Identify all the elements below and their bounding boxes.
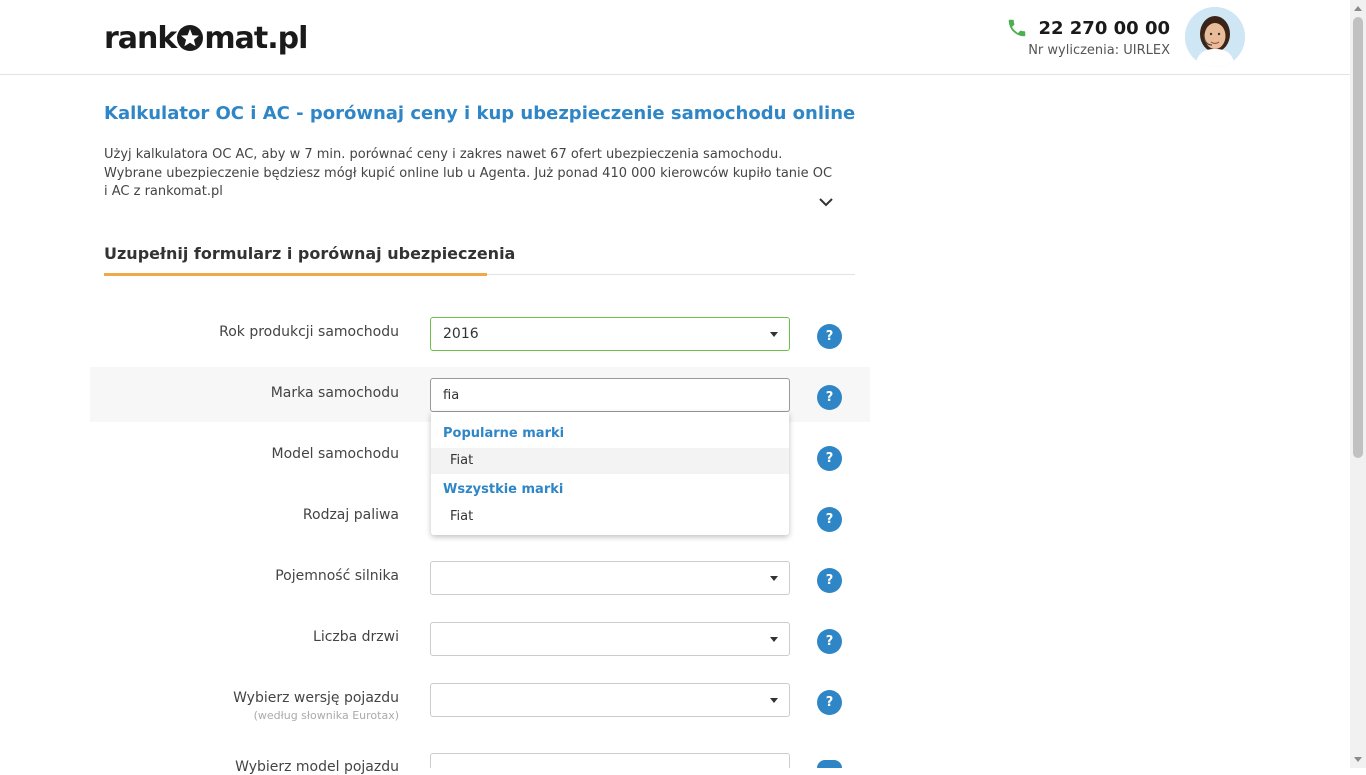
model-label: Model samochodu bbox=[271, 446, 399, 462]
form-section-title: Uzupełnij formularz i porównaj ubezpiecz… bbox=[104, 244, 516, 263]
page-title: Kalkulator OC i AC - porównaj ceny i kup… bbox=[104, 103, 856, 124]
help-button-doors[interactable]: ? bbox=[817, 629, 842, 654]
caret-down-icon bbox=[770, 576, 778, 581]
help-button-fuel[interactable]: ? bbox=[817, 507, 842, 532]
version-select[interactable] bbox=[430, 683, 790, 717]
scroll-thumb[interactable] bbox=[1353, 17, 1363, 458]
help-button-brand[interactable]: ? bbox=[817, 385, 842, 410]
help-button-version[interactable]: ? bbox=[817, 690, 842, 715]
help-button-vehicle-model[interactable] bbox=[817, 760, 842, 768]
chevron-down-icon[interactable] bbox=[817, 193, 835, 212]
caret-down-icon bbox=[770, 332, 778, 337]
version-label: Wybierz wersję pojazdu bbox=[233, 690, 399, 706]
phone-number[interactable]: 22 270 00 00 bbox=[1038, 18, 1170, 39]
site-header: rank mat.pl 22 270 00 00 Nr wyliczenia: … bbox=[0, 0, 1350, 75]
consultant-avatar bbox=[1185, 7, 1245, 67]
calculation-number: Nr wyliczenia: UIRLEX bbox=[1028, 43, 1170, 58]
help-button-year[interactable]: ? bbox=[817, 324, 842, 349]
intro-description: Użyj kalkulatora OC AC, aby w 7 min. por… bbox=[104, 147, 833, 199]
help-button-model[interactable]: ? bbox=[817, 446, 842, 471]
help-button-engine[interactable]: ? bbox=[817, 568, 842, 593]
version-sublabel: (według słownika Eurotax) bbox=[253, 709, 399, 722]
logo-text-right: mat.pl bbox=[204, 20, 308, 56]
year-label: Rok produkcji samochodu bbox=[219, 324, 399, 340]
brand-autocomplete-dropdown: Popularne marki Fiat Wszystkie marki Fia… bbox=[431, 412, 789, 535]
year-select[interactable]: 2016 bbox=[430, 317, 790, 351]
dropdown-group-popular: Popularne marki bbox=[443, 426, 565, 441]
vehicle-model-select[interactable] bbox=[430, 753, 790, 768]
year-select-value: 2016 bbox=[443, 326, 479, 342]
caret-down-icon bbox=[770, 698, 778, 703]
scroll-up-icon[interactable] bbox=[1354, 6, 1362, 11]
engine-select[interactable] bbox=[430, 561, 790, 595]
scroll-down-icon[interactable] bbox=[1354, 757, 1362, 762]
dropdown-group-all: Wszystkie marki bbox=[443, 482, 564, 497]
doors-select[interactable] bbox=[430, 622, 790, 656]
logo-text-left: rank bbox=[104, 20, 177, 56]
star-icon bbox=[177, 25, 204, 51]
contact-info: 22 270 00 00 Nr wyliczenia: UIRLEX bbox=[1006, 14, 1170, 58]
brand-label: Marka samochodu bbox=[270, 385, 399, 401]
doors-label: Liczba drzwi bbox=[313, 629, 399, 645]
page-scrollbar[interactable] bbox=[1350, 0, 1366, 768]
fuel-label: Rodzaj paliwa bbox=[302, 507, 399, 523]
caret-down-icon bbox=[770, 637, 778, 642]
brand-input[interactable] bbox=[430, 378, 790, 412]
section-underline bbox=[104, 273, 487, 276]
dropdown-option-all-fiat[interactable]: Fiat bbox=[431, 504, 789, 530]
rankomat-logo[interactable]: rank mat.pl bbox=[104, 18, 308, 58]
dropdown-option-popular-fiat[interactable]: Fiat bbox=[431, 448, 789, 474]
engine-label: Pojemność silnika bbox=[275, 568, 399, 584]
phone-icon bbox=[1006, 17, 1028, 39]
vehicle-model-label: Wybierz model pojazdu bbox=[235, 759, 399, 775]
